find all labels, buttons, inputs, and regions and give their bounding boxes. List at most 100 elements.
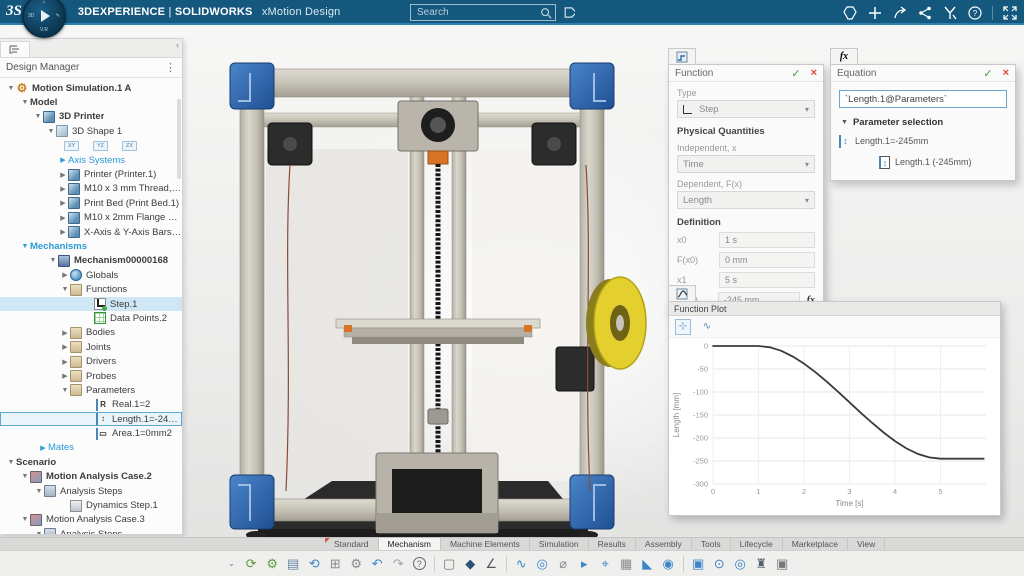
- expander-right-icon[interactable]: ▶: [60, 271, 70, 279]
- parameter-item[interactable]: ↕Length.1 (-245mm): [831, 154, 1015, 170]
- tab-design-manager[interactable]: [0, 41, 30, 57]
- help-icon[interactable]: ?: [967, 5, 983, 21]
- expander-down-icon[interactable]: ▼: [60, 286, 70, 293]
- tree-item[interactable]: ▶Probes: [0, 369, 182, 383]
- tree-item[interactable]: ▼Functions: [0, 282, 182, 296]
- kebab-menu-icon[interactable]: ⋮: [165, 61, 176, 74]
- refresh-icon[interactable]: ⟲: [304, 554, 325, 574]
- share-nodes-icon[interactable]: [917, 5, 933, 21]
- expander-down-icon[interactable]: ▼: [46, 128, 56, 135]
- ribbon-tab-view[interactable]: View: [848, 538, 885, 550]
- expander-down-icon[interactable]: ▼: [20, 473, 30, 480]
- tree-item[interactable]: ▼Mechanism00000168: [0, 254, 182, 268]
- tree-item[interactable]: ▶M10 x 3 mm Thread, 600 mm Long, ...: [0, 182, 182, 196]
- update-icon[interactable]: ⟳: [241, 554, 262, 574]
- tree-item[interactable]: ▶Bodies: [0, 326, 182, 340]
- ribbon-tab-standard[interactable]: Standard: [325, 538, 379, 550]
- save-icon[interactable]: ▤: [283, 554, 304, 574]
- ribbon-tab-results[interactable]: Results: [589, 538, 636, 550]
- plane-icon-xy[interactable]: XY: [64, 141, 79, 151]
- plane-icon-zx[interactable]: ZX: [122, 141, 137, 151]
- expander-right-icon[interactable]: ▶: [58, 199, 68, 207]
- edit-plot-icon[interactable]: ∿: [699, 319, 715, 335]
- panel-collapse-icon[interactable]: ‹: [176, 40, 179, 50]
- expander-down-icon[interactable]: ▼: [33, 113, 43, 120]
- tree-item[interactable]: ▼Motion Analysis Case.2: [0, 470, 182, 484]
- independent-dropdown[interactable]: Time ▾: [677, 155, 815, 173]
- equation-panel-tab[interactable]: fx: [830, 48, 858, 64]
- field-value-input[interactable]: 0 mm: [719, 252, 815, 268]
- type-dropdown[interactable]: Step ▾: [677, 100, 815, 118]
- case-clock-icon[interactable]: ⊙: [709, 554, 730, 574]
- tree-scrollbar[interactable]: [177, 99, 181, 179]
- expander-down-icon[interactable]: ▼: [20, 99, 30, 106]
- tree-item[interactable]: ▶M10 x 2mm Flange Nut (M10 x 2mm ...: [0, 211, 182, 225]
- tree-item[interactable]: ▼Analysis Steps: [0, 527, 182, 534]
- tree-item[interactable]: ▶Mates: [0, 441, 182, 455]
- tree-item[interactable]: ↕Length.1=-245mm: [0, 412, 182, 426]
- expander-right-icon[interactable]: ▶: [60, 343, 70, 351]
- tree-item[interactable]: ▶Joints: [0, 340, 182, 354]
- share-arrow-icon[interactable]: [892, 5, 908, 21]
- add-icon[interactable]: [867, 5, 883, 21]
- ribbon-tab-tools[interactable]: Tools: [692, 538, 731, 550]
- tree-item[interactable]: ▶Drivers: [0, 354, 182, 368]
- tree-item[interactable]: ▼3D Printer: [0, 110, 182, 124]
- parameter-item[interactable]: ↕Length.1=-245mm: [831, 133, 1015, 149]
- curve-trace-icon[interactable]: ∿: [511, 554, 532, 574]
- tree-item[interactable]: ▼Analysis Steps: [0, 484, 182, 498]
- equation-input[interactable]: `Length.1@Parameters`: [839, 90, 1007, 108]
- search-input[interactable]: [410, 4, 556, 21]
- function-panel-tab[interactable]: [668, 48, 696, 64]
- tree-item[interactable]: ▼Mechanisms: [0, 239, 182, 253]
- expander-down-icon[interactable]: ▼: [34, 531, 44, 534]
- robot-icon[interactable]: ♜: [751, 554, 772, 574]
- tree-item[interactable]: ▼Motion Simulation.1 A: [0, 81, 182, 95]
- probe-icon[interactable]: ⌖: [595, 554, 616, 574]
- select-flag-icon[interactable]: ▸: [574, 554, 595, 574]
- tree-item[interactable]: ▶Globals: [0, 268, 182, 282]
- expander-down-icon[interactable]: ▼: [48, 257, 58, 264]
- dependent-dropdown[interactable]: Length ▾: [677, 191, 815, 209]
- function-plot-tab[interactable]: [668, 285, 696, 301]
- tree-item[interactable]: ▶Print Bed (Print Bed.1): [0, 196, 182, 210]
- expander-right-icon[interactable]: ▶: [60, 358, 70, 366]
- tree-item[interactable]: Dynamics Step.1: [0, 498, 182, 512]
- ribbon-tab-machine-elements[interactable]: Machine Elements: [441, 538, 530, 550]
- help-icon[interactable]: ?: [409, 554, 430, 574]
- shaded-cube-icon[interactable]: ◆: [460, 554, 481, 574]
- cancel-button[interactable]: ×: [811, 67, 817, 79]
- arrange-windows-icon[interactable]: ⊞: [325, 554, 346, 574]
- cancel-button[interactable]: ×: [1003, 67, 1009, 79]
- undo-icon[interactable]: ↶: [367, 554, 388, 574]
- case-eye-icon[interactable]: ◎: [730, 554, 751, 574]
- ribbon-tab-mechanism[interactable]: Mechanism: [379, 538, 441, 550]
- plane-icons-row[interactable]: XY YZ ZX: [0, 139, 182, 153]
- expander-down-icon[interactable]: ▼: [20, 243, 30, 250]
- parameter-selection-toggle[interactable]: ▼ Parameter selection: [841, 117, 1005, 128]
- measure-icon[interactable]: ⌀: [553, 554, 574, 574]
- tree-item[interactable]: ▼3D Shape 1: [0, 124, 182, 138]
- ok-button[interactable]: ✓: [983, 67, 992, 80]
- toolbar-expand-chevron[interactable]: ⌄: [228, 559, 235, 568]
- plane-icon-yz[interactable]: YZ: [93, 141, 108, 151]
- expander-right-icon[interactable]: ▶: [60, 372, 70, 380]
- ribbon-tab-assembly[interactable]: Assembly: [636, 538, 692, 550]
- redo-icon[interactable]: ↷: [388, 554, 409, 574]
- plot-frame-icon[interactable]: ▦: [616, 554, 637, 574]
- ribbon-tab-marketplace[interactable]: Marketplace: [783, 538, 848, 550]
- force-update-icon[interactable]: ⚙: [262, 554, 283, 574]
- field-value-input[interactable]: 1 s: [719, 232, 815, 248]
- manipulation-icon[interactable]: ◎: [532, 554, 553, 574]
- ok-button[interactable]: ✓: [791, 67, 800, 80]
- tree-item[interactable]: ▼Parameters: [0, 383, 182, 397]
- motion-case-icon[interactable]: ▣: [688, 554, 709, 574]
- tree-item[interactable]: RReal.1=2: [0, 398, 182, 412]
- expander-right-icon[interactable]: ▶: [58, 214, 68, 222]
- expander-down-icon[interactable]: ▼: [6, 85, 16, 92]
- tree-item[interactable]: ▶Printer (Printer.1): [0, 167, 182, 181]
- expander-right-icon[interactable]: ▶: [60, 329, 70, 337]
- tree-item[interactable]: ▭Area.1=0mm2: [0, 426, 182, 440]
- badge-icon[interactable]: [842, 5, 858, 21]
- tree-item[interactable]: ▶Axis Systems: [0, 153, 182, 167]
